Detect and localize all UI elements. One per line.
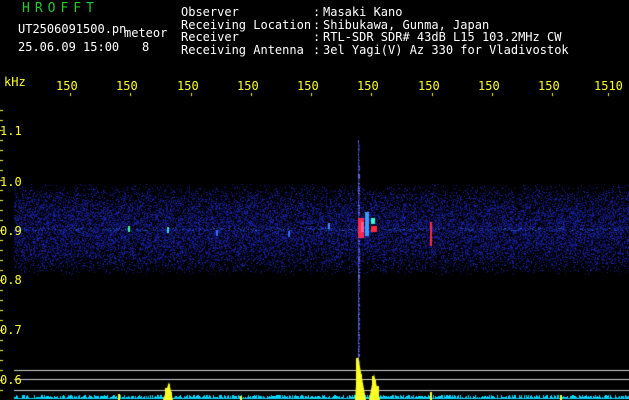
x-tick: 150 <box>237 79 259 93</box>
filename-label: UT2506091500.pn <box>18 22 127 36</box>
x-tick: 150 <box>297 79 319 93</box>
receiver-value: RTL-SDR SDR# 43dB L15 103.2MHz CW <box>323 30 562 44</box>
y-axis-unit: kHz <box>4 75 26 89</box>
datetime-label: 25.06.09 15:00 <box>18 40 120 54</box>
observer-value: Masaki Kano <box>323 5 403 19</box>
x-tick: 150 <box>538 79 560 93</box>
y-tick: 0.9 <box>0 224 22 238</box>
receiver-label: Receiver <box>181 30 239 44</box>
x-tick: 150 <box>177 79 199 93</box>
x-tick: 150 <box>478 79 500 93</box>
event-type-label: meteor <box>124 26 168 40</box>
separator: : <box>313 42 321 57</box>
hrofft-spectrogram-window: HROFFT UT2506091500.pn meteor 25.06.09 1… <box>0 0 629 400</box>
separator: : <box>313 30 321 44</box>
count-label: 8 <box>142 40 150 54</box>
y-tick: 0.6 <box>0 373 22 387</box>
x-tick: 150 <box>56 79 78 93</box>
antenna-label: Receiving Antenna <box>181 42 304 57</box>
y-tick: 1.1 <box>0 124 22 138</box>
y-tick: 0.7 <box>0 323 22 337</box>
station-info-panel: Observer : Masaki Kano Receiving Locatio… <box>181 6 569 56</box>
y-tick: 0.8 <box>0 273 22 287</box>
observer-label: Observer <box>181 5 239 19</box>
app-title: HROFFT <box>22 1 99 16</box>
x-tick: 150 <box>116 79 138 93</box>
x-tick: 1510 <box>594 79 623 93</box>
y-tick: 1.0 <box>0 175 22 189</box>
separator: : <box>313 5 321 19</box>
spectrogram-canvas <box>0 0 629 400</box>
x-tick: 150 <box>418 79 440 93</box>
antenna-value: 3el Yagi(V) Az 330 for Vladivostok <box>323 42 569 57</box>
x-tick: 150 <box>357 79 379 93</box>
